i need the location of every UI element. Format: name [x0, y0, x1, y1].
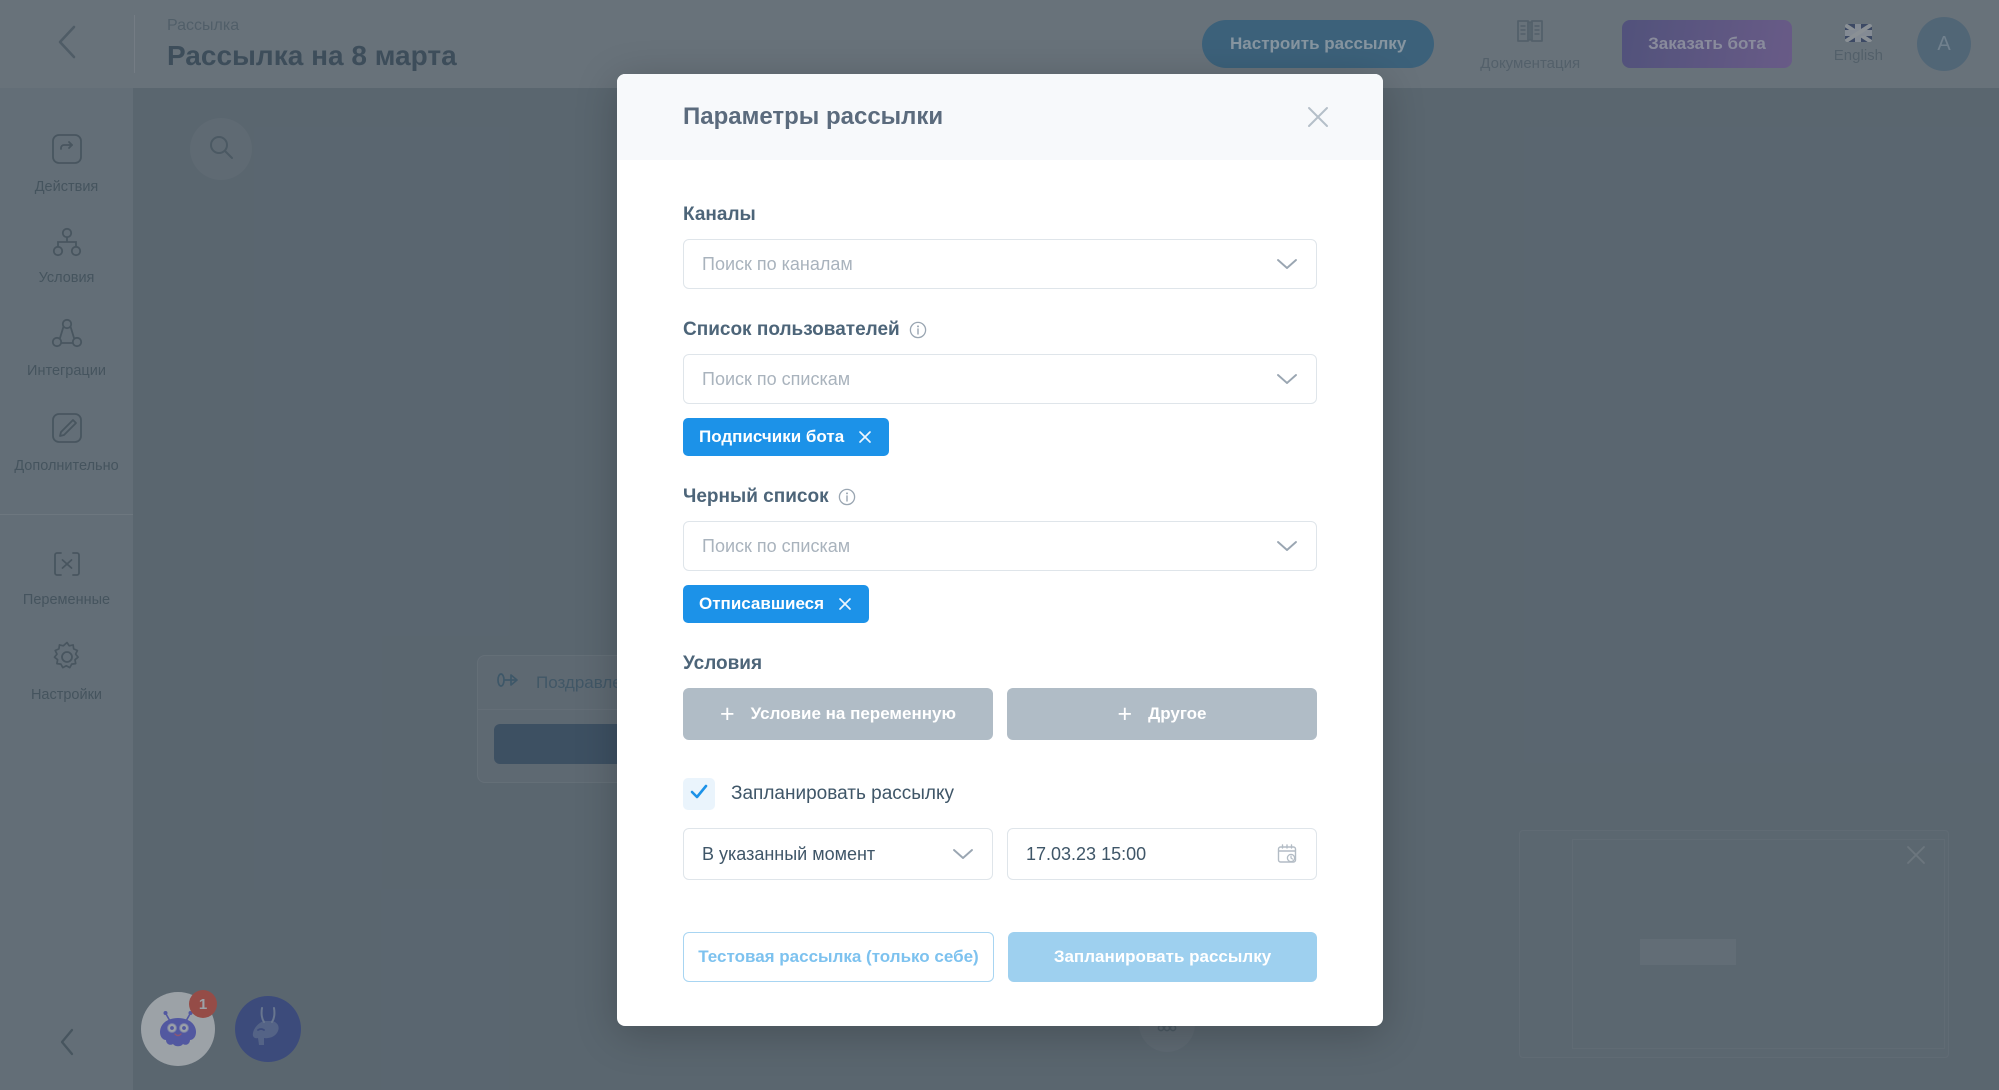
- user-list-field: Список пользователей Поиск по спискам По…: [683, 319, 1317, 456]
- channels-select[interactable]: Поиск по каналам: [683, 239, 1317, 289]
- chevron-down-icon: [1276, 372, 1298, 386]
- chip[interactable]: Подписчики бота: [683, 418, 890, 456]
- info-circle-icon[interactable]: [909, 321, 927, 339]
- channels-label-text: Каналы: [683, 204, 756, 225]
- user-list-chips: Подписчики бота: [683, 418, 1317, 456]
- modal-title: Параметры рассылки: [683, 103, 944, 130]
- blacklist-chips: Отписавшиеся: [683, 585, 1317, 623]
- close-icon[interactable]: [1297, 96, 1339, 138]
- blacklist-select[interactable]: Поиск по спискам: [683, 521, 1317, 571]
- blacklist-placeholder: Поиск по спискам: [702, 535, 851, 556]
- chip-label: Подписчики бота: [699, 427, 845, 446]
- schedule-checkbox-row: Запланировать рассылку: [683, 778, 1317, 810]
- close-icon[interactable]: [857, 429, 873, 445]
- chip[interactable]: Отписавшиеся: [683, 585, 870, 623]
- conditions-buttons: + Условие на переменную + Другое: [683, 688, 1317, 740]
- channels-field: Каналы Поиск по каналам: [683, 204, 1317, 289]
- channels-label: Каналы: [683, 204, 1317, 226]
- blacklist-field: Черный список Поиск по спискам Отписавши…: [683, 486, 1317, 623]
- conditions-label-text: Условия: [683, 653, 763, 674]
- schedule-mode-value: В указанный момент: [702, 843, 876, 864]
- schedule-datetime-row: В указанный момент 17.03.23 15:00: [683, 828, 1317, 880]
- blacklist-label-text: Черный список: [683, 486, 829, 507]
- user-list-label: Список пользователей: [683, 319, 1317, 341]
- calendar-clock-icon[interactable]: [1276, 843, 1298, 865]
- schedule-checkbox-label: Запланировать рассылку: [731, 783, 955, 804]
- modal-footer: Тестовая рассылка (только себе) Запланир…: [617, 880, 1383, 1026]
- plus-icon: +: [720, 699, 735, 728]
- chevron-down-icon: [1276, 539, 1298, 553]
- user-list-select[interactable]: Поиск по спискам: [683, 354, 1317, 404]
- close-icon[interactable]: [837, 596, 853, 612]
- schedule-broadcast-button[interactable]: Запланировать рассылку: [1008, 932, 1317, 982]
- user-list-label-text: Список пользователей: [683, 319, 900, 340]
- modal-body: Каналы Поиск по каналам Список пользоват…: [617, 160, 1383, 880]
- conditions-label: Условия: [683, 653, 1317, 675]
- info-circle-icon[interactable]: [838, 488, 856, 506]
- chevron-down-icon: [952, 847, 974, 861]
- blacklist-label: Черный список: [683, 486, 1317, 508]
- plus-icon: +: [1117, 699, 1133, 728]
- add-other-condition-label: Другое: [1148, 704, 1207, 723]
- add-variable-condition-button[interactable]: + Условие на переменную: [683, 688, 993, 740]
- test-broadcast-button[interactable]: Тестовая рассылка (только себе): [683, 932, 994, 982]
- user-list-placeholder: Поиск по спискам: [702, 368, 851, 389]
- modal-header: Параметры рассылки: [617, 74, 1383, 160]
- schedule-datetime-input[interactable]: 17.03.23 15:00: [1007, 828, 1317, 880]
- chevron-down-icon: [1276, 257, 1298, 271]
- schedule-datetime-value: 17.03.23 15:00: [1026, 843, 1147, 864]
- check-icon: [688, 781, 710, 808]
- channels-placeholder: Поиск по каналам: [702, 253, 853, 274]
- conditions-field: Условия + Условие на переменную + Другое: [683, 653, 1317, 740]
- add-other-condition-button[interactable]: + Другое: [1007, 688, 1317, 740]
- broadcast-parameters-modal: Параметры рассылки Каналы Поиск по канал…: [617, 74, 1383, 1026]
- chip-label: Отписавшиеся: [699, 594, 825, 613]
- schedule-checkbox[interactable]: [683, 778, 715, 810]
- add-variable-condition-label: Условие на переменную: [750, 704, 956, 723]
- schedule-mode-select[interactable]: В указанный момент: [683, 828, 993, 880]
